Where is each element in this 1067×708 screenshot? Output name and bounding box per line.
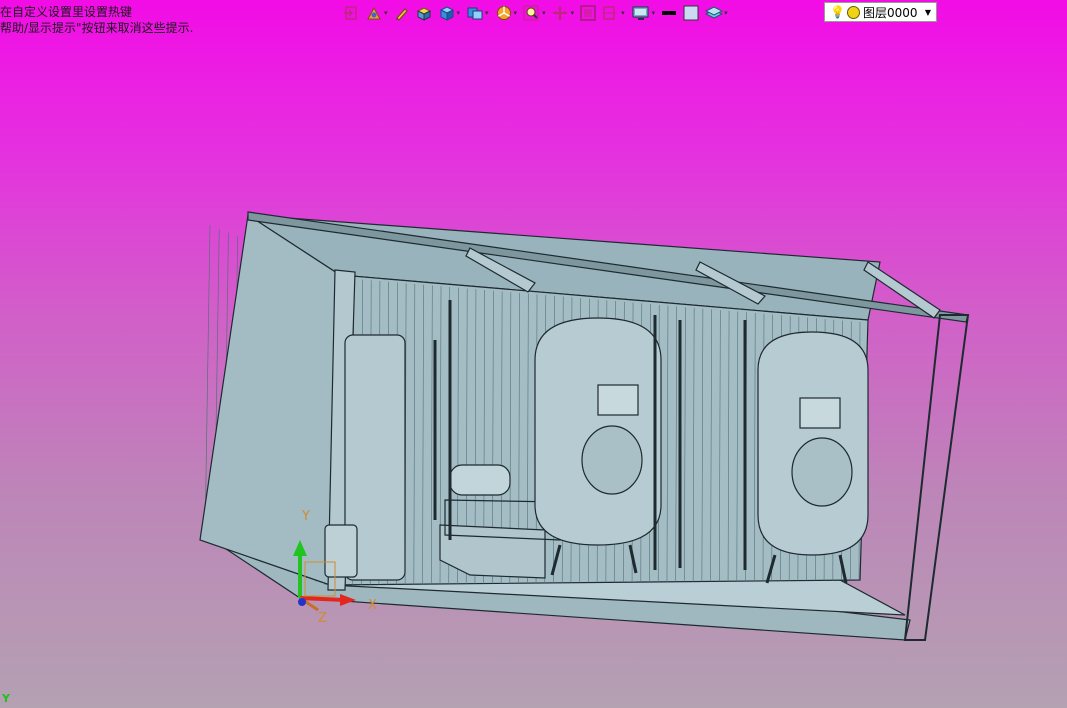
axis-x-label: X [368,598,377,613]
container-model [199,211,970,641]
tank-1-hatch [581,425,643,495]
front-frame [903,314,970,641]
axis-z-label: Z [318,611,327,626]
corner-axis-label: Y [2,692,10,705]
model-viewport[interactable]: X Y Z [0,0,1067,708]
roller [449,464,511,496]
tank-1-plate [597,384,639,416]
tank-2-hatch [791,437,853,507]
small-tank [324,524,358,578]
container-left-wall [199,213,341,586]
axis-y-label: Y [301,509,310,524]
tank-2-plate [799,397,841,429]
